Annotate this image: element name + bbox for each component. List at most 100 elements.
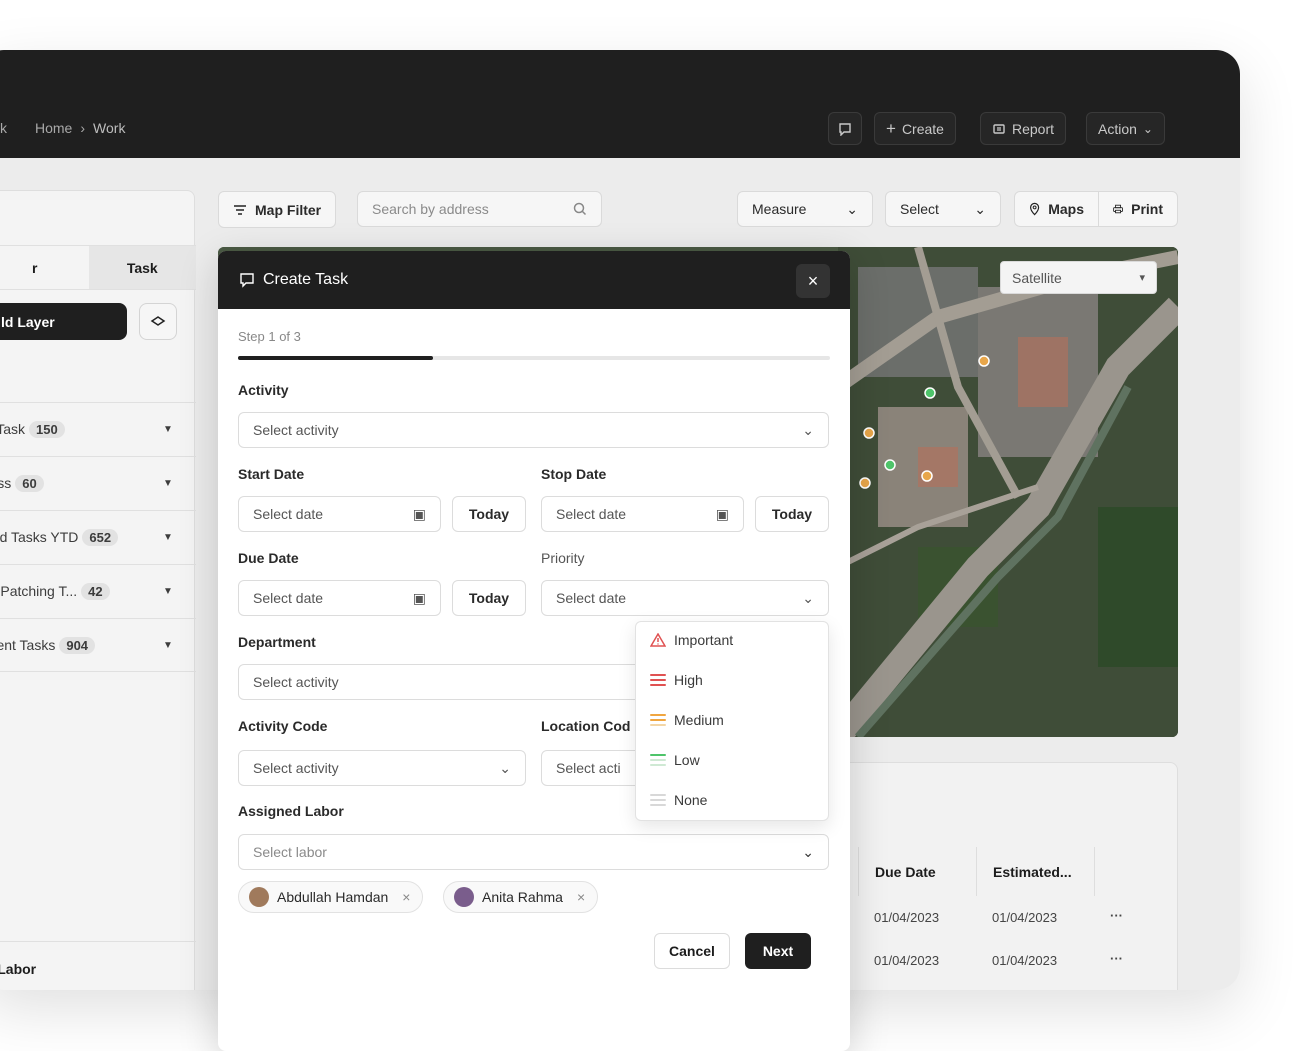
sidebar-tabs: r Task <box>0 245 196 290</box>
section-header: ed Labor <box>0 941 196 990</box>
tab-task[interactable]: Task <box>88 246 196 289</box>
marker-green[interactable] <box>884 459 896 471</box>
chevron-down-icon: ⌄ <box>802 421 814 438</box>
more-icon[interactable]: ··· <box>1094 908 1123 923</box>
marker-orange[interactable] <box>978 355 990 367</box>
task-icon-button[interactable] <box>828 112 862 145</box>
priority-option-label: High <box>674 672 703 688</box>
today-button[interactable]: Today <box>452 580 526 616</box>
today-button[interactable]: Today <box>755 496 829 532</box>
report-label: Report <box>1012 120 1055 137</box>
priority-option-high[interactable]: High <box>650 670 703 690</box>
cancel-button[interactable]: Cancel <box>654 933 730 969</box>
priority-bars-icon <box>650 754 666 766</box>
remove-icon[interactable]: × <box>577 889 585 905</box>
priority-bars-icon <box>650 714 666 726</box>
priority-option-none[interactable]: None <box>650 790 707 810</box>
close-icon[interactable]: × <box>796 264 830 298</box>
calendar-icon: ▣ <box>715 505 729 522</box>
column-header <box>1094 847 1178 896</box>
report-button[interactable]: Report <box>980 112 1067 145</box>
caret-down-icon[interactable]: ▼ <box>163 640 173 651</box>
labor-select[interactable]: Select labor ⌄ <box>238 834 829 870</box>
start-date-field[interactable]: Select date ▣ <box>238 496 441 532</box>
due-date-field[interactable]: Select date ▣ <box>238 580 441 616</box>
column-header[interactable]: Due Date <box>858 847 976 896</box>
breadcrumb-current: Work <box>93 120 126 136</box>
add-layer-label: ld Layer <box>1 313 55 330</box>
marker-orange[interactable] <box>859 477 871 489</box>
list-item[interactable]: gress60 ▼ <box>0 456 196 510</box>
marker-orange[interactable] <box>921 470 933 482</box>
activity-select[interactable]: Select activity ⌄ <box>238 412 829 448</box>
stop-date-field[interactable]: Select date ▣ <box>541 496 744 532</box>
date-placeholder: Select date <box>253 590 324 606</box>
select-dropdown[interactable]: Select ⌄ <box>885 191 1001 227</box>
list-item-label: gress <box>0 475 12 491</box>
add-layer-button[interactable]: ld Layer <box>0 303 127 340</box>
more-icon[interactable]: ··· <box>1094 951 1123 966</box>
breadcrumb-home[interactable]: Home <box>35 120 72 136</box>
next-button[interactable]: Next <box>745 933 811 969</box>
print-button[interactable]: Print <box>1098 191 1178 227</box>
caret-down-icon[interactable]: ▼ <box>163 586 173 597</box>
create-button[interactable]: + Create <box>874 112 956 145</box>
count-badge: 42 <box>81 583 110 600</box>
priority-select[interactable]: Select date ⌄ <box>541 580 829 616</box>
breadcrumb-prev[interactable]: k <box>0 120 7 136</box>
modal-header: Create Task <box>218 251 850 309</box>
print-label: Print <box>1131 201 1163 217</box>
measure-label: Measure <box>752 201 807 217</box>
labor-placeholder: Select labor <box>253 844 327 860</box>
list-item[interactable]: ed Task150 ▼ <box>0 402 196 456</box>
activity-label: Activity <box>238 382 289 398</box>
list-item[interactable]: leted Tasks YTD652 ▼ <box>0 510 196 564</box>
list-item-label: ed Task <box>0 421 25 437</box>
caret-down-icon[interactable]: ▼ <box>163 532 173 543</box>
chevron-right-icon: › <box>80 120 86 136</box>
tab-left[interactable]: r <box>0 246 89 289</box>
start-date-label: Start Date <box>238 466 305 482</box>
top-bar: k Home › Work + Create Report Action ⌄ <box>0 50 1240 158</box>
warning-icon <box>650 633 666 647</box>
chip-label: Anita Rahma <box>482 889 563 905</box>
priority-bars-icon <box>650 794 666 806</box>
caret-down-icon[interactable]: ▼ <box>163 478 173 489</box>
search-icon <box>573 202 587 216</box>
filter-icon <box>234 204 246 215</box>
list-item[interactable]: ent Patching T...42 ▼ <box>0 564 196 618</box>
map-layer-select[interactable]: Satellite ▾ <box>1000 261 1157 294</box>
plus-icon: + <box>886 118 896 138</box>
priority-label: Priority <box>541 550 585 566</box>
marker-orange[interactable] <box>863 427 875 439</box>
map-filter-button[interactable]: Map Filter <box>218 191 337 228</box>
priority-option-label: Low <box>674 752 700 768</box>
list-item-label: ement Tasks <box>0 636 56 653</box>
priority-dropdown: Important High Medium Low None <box>635 621 829 821</box>
priority-option-important[interactable]: Important <box>650 630 733 650</box>
table-cell: 01/04/2023 <box>992 953 1058 968</box>
column-header[interactable]: Estimated... <box>976 847 1094 896</box>
caret-down-icon[interactable]: ▼ <box>163 424 173 435</box>
count-badge: 652 <box>82 529 119 546</box>
priority-option-low[interactable]: Low <box>650 750 700 770</box>
action-button[interactable]: Action ⌄ <box>1086 112 1165 145</box>
priority-option-medium[interactable]: Medium <box>650 710 724 730</box>
priority-option-label: Important <box>674 632 734 648</box>
maps-button[interactable]: Maps <box>1014 191 1099 227</box>
map-layer-value: Satellite <box>1012 269 1062 286</box>
table-cell: 01/04/2023 <box>874 953 940 968</box>
layers-button[interactable] <box>139 303 177 340</box>
activity-code-select[interactable]: Select activity ⌄ <box>238 750 526 786</box>
list-item[interactable]: ement Tasks904 ▼ <box>0 618 196 672</box>
marker-green[interactable] <box>924 387 936 399</box>
list-item-label: ent Patching T... <box>0 583 78 599</box>
modal-title: Create Task <box>263 271 349 288</box>
chevron-down-icon: ⌄ <box>846 200 858 217</box>
remove-icon[interactable]: × <box>402 889 410 905</box>
priority-value: Select date <box>556 590 627 606</box>
today-button[interactable]: Today <box>452 496 526 532</box>
labor-chip: Anita Rahma × <box>443 881 599 913</box>
measure-select[interactable]: Measure ⌄ <box>737 191 873 227</box>
search-input[interactable]: Search by address <box>357 191 602 227</box>
